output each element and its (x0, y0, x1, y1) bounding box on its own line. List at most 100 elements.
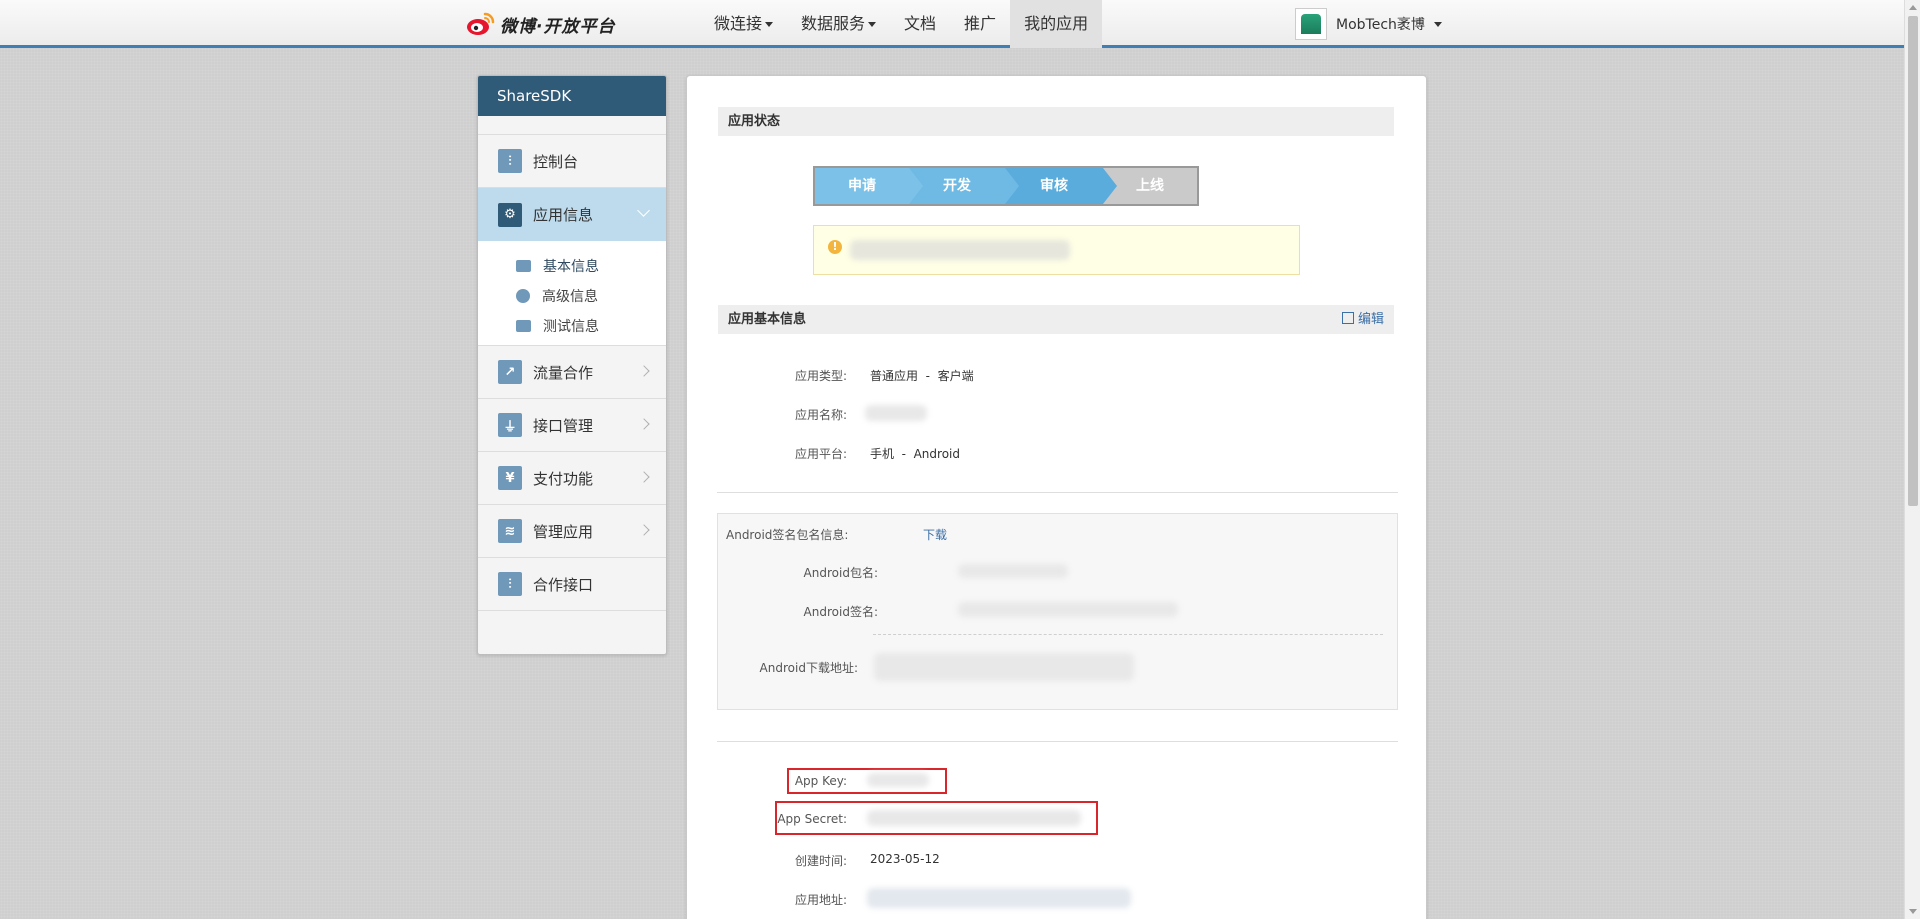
section-title: 应用基本信息 (728, 312, 807, 327)
nav-label: 我的应用 (1024, 14, 1089, 33)
nav-my-apps[interactable]: 我的应用 (1010, 0, 1103, 48)
sidebar-item-label: 流量合作 (533, 363, 594, 382)
app-name-label: 应用名称: (794, 408, 847, 422)
android-package-label: Android包名: (803, 566, 878, 580)
app-info-submenu: 基本信息 高级信息 测试信息 (478, 241, 666, 346)
nav-docs[interactable]: 文档 (890, 0, 950, 48)
sidebar: ShareSDK ⫶ 控制台 ⚙ 应用信息 基本信息 高级信息 测试信息 ↗ 流… (477, 75, 667, 655)
nav-promotion[interactable]: 推广 (950, 0, 1010, 48)
scroll-down-arrow-icon[interactable] (1909, 909, 1917, 914)
caret-down-icon (1433, 21, 1442, 27)
redacted-app-name (865, 405, 927, 421)
image-icon (516, 320, 531, 332)
sidebar-item-app-info[interactable]: ⚙ 应用信息 (478, 188, 666, 241)
sidebar-item-label: 管理应用 (533, 522, 594, 541)
redacted-package (958, 564, 1068, 578)
warning-icon: ! (828, 240, 842, 254)
android-signature-label: Android签名: (803, 605, 878, 619)
app-secret-label: App Secret: (777, 812, 847, 826)
sidebar-item-label: 控制台 (533, 152, 579, 171)
chevron-down-icon (637, 204, 650, 217)
page-scrollbar[interactable] (1904, 0, 1920, 919)
nav-data-services[interactable]: 数据服务 (787, 0, 890, 48)
redacted-app-secret (867, 810, 1081, 826)
step-review: 审核 (1005, 168, 1117, 204)
scrollbar-thumb[interactable] (1908, 16, 1918, 506)
chevron-right-icon (638, 365, 650, 377)
nav-label: 微连接 (714, 14, 763, 33)
app-platform-label: 应用平台: (794, 447, 847, 461)
caret-down-icon (765, 22, 774, 27)
sidebar-item-partner-api[interactable]: ⫶ 合作接口 (478, 558, 666, 611)
created-time-value: 2023-05-12 (870, 852, 940, 866)
chevron-right-icon (638, 524, 650, 536)
submenu-label: 基本信息 (543, 259, 599, 275)
chevron-right-icon (638, 418, 650, 430)
submenu-advanced-info[interactable]: 高级信息 (478, 281, 666, 311)
step-online: 上线 (1103, 168, 1197, 204)
redacted-app-url (867, 888, 1131, 908)
main-nav: 微连接 数据服务 文档 推广 我的应用 (700, 0, 1103, 48)
app-type-label: 应用类型: (794, 369, 847, 383)
scroll-up-arrow-icon[interactable] (1909, 5, 1917, 10)
yen-icon: ¥ (498, 466, 522, 490)
status-notice: ! (813, 225, 1300, 275)
edit-label: 编辑 (1357, 312, 1384, 327)
sidebar-title: ShareSDK (478, 76, 666, 116)
download-link[interactable]: 下载 (923, 526, 947, 543)
redacted-download-url (874, 653, 1134, 681)
step-label: 上线 (1136, 178, 1164, 194)
sliders-icon: ⫶ (498, 572, 522, 596)
redacted-app-key (867, 773, 929, 787)
chart-icon: ↗ (498, 360, 522, 384)
app-status-header: 应用状态 (718, 107, 1394, 136)
status-steps: 申请 开发 审核 上线 (813, 166, 1199, 206)
alert-circle-icon (516, 289, 530, 303)
submenu-test-info[interactable]: 测试信息 (478, 311, 666, 341)
nav-label: 数据服务 (801, 14, 866, 33)
step-label: 申请 (848, 178, 876, 194)
logo-text: 微博·开放平台 (500, 16, 616, 37)
app-platform-value: 手机 - Android (870, 447, 960, 461)
android-sign-box: Android签名包名信息: 下载 Android包名: Android签名: … (717, 513, 1398, 710)
step-label: 审核 (1040, 178, 1068, 194)
sidebar-item-payment[interactable]: ¥ 支付功能 (478, 452, 666, 505)
weibo-logo-icon (466, 11, 496, 37)
sidebar-item-manage-apps[interactable]: ≋ 管理应用 (478, 505, 666, 558)
avatar (1295, 8, 1327, 40)
sidebar-item-label: 应用信息 (533, 206, 594, 224)
sliders-icon: ⫶ (498, 149, 522, 173)
weibo-open-platform-logo[interactable]: 微博·开放平台 (466, 10, 615, 38)
id-card-icon (516, 260, 531, 272)
step-apply: 申请 (815, 168, 923, 204)
main-panel: 应用状态 申请 开发 审核 上线 ! 应用基本信息 编辑 应用类型: 普通应用 … (686, 75, 1427, 919)
sidebar-item-label: 合作接口 (533, 575, 594, 594)
user-menu[interactable]: MobTech袤博 (1295, 7, 1442, 41)
nav-weilianjie[interactable]: 微连接 (700, 0, 787, 48)
step-label: 开发 (943, 178, 971, 194)
android-sign-label: Android签名包名信息: (726, 528, 849, 542)
created-time-label: 创建时间: (794, 854, 847, 868)
nav-label: 推广 (964, 14, 997, 33)
submenu-label: 测试信息 (543, 319, 599, 335)
username: MobTech袤博 (1336, 17, 1425, 33)
submenu-basic-info[interactable]: 基本信息 (478, 251, 666, 281)
gear-icon: ⚙ (498, 202, 522, 227)
top-navbar: 微博·开放平台 微连接 数据服务 文档 推广 我的应用 MobTech袤博 (0, 0, 1904, 48)
app-type-value: 普通应用 - 客户端 (870, 369, 974, 383)
sidebar-item-api-management[interactable]: ⏚ 接口管理 (478, 399, 666, 452)
step-develop: 开发 (909, 168, 1019, 204)
edit-button[interactable]: 编辑 (1341, 305, 1384, 334)
sidebar-item-label: 接口管理 (533, 416, 594, 435)
sidebar-item-console[interactable]: ⫶ 控制台 (478, 135, 666, 188)
chevron-right-icon (638, 471, 650, 483)
redacted-text (850, 240, 1070, 260)
redacted-signature (958, 602, 1178, 617)
app-key-label: App Key: (794, 774, 847, 788)
edit-icon (1341, 312, 1354, 324)
plug-icon: ⏚ (498, 413, 522, 437)
layers-icon: ≋ (498, 519, 522, 543)
app-basic-info-header: 应用基本信息 编辑 (718, 305, 1394, 334)
sidebar-item-traffic[interactable]: ↗ 流量合作 (478, 346, 666, 399)
app-url-label: 应用地址: (794, 893, 847, 907)
